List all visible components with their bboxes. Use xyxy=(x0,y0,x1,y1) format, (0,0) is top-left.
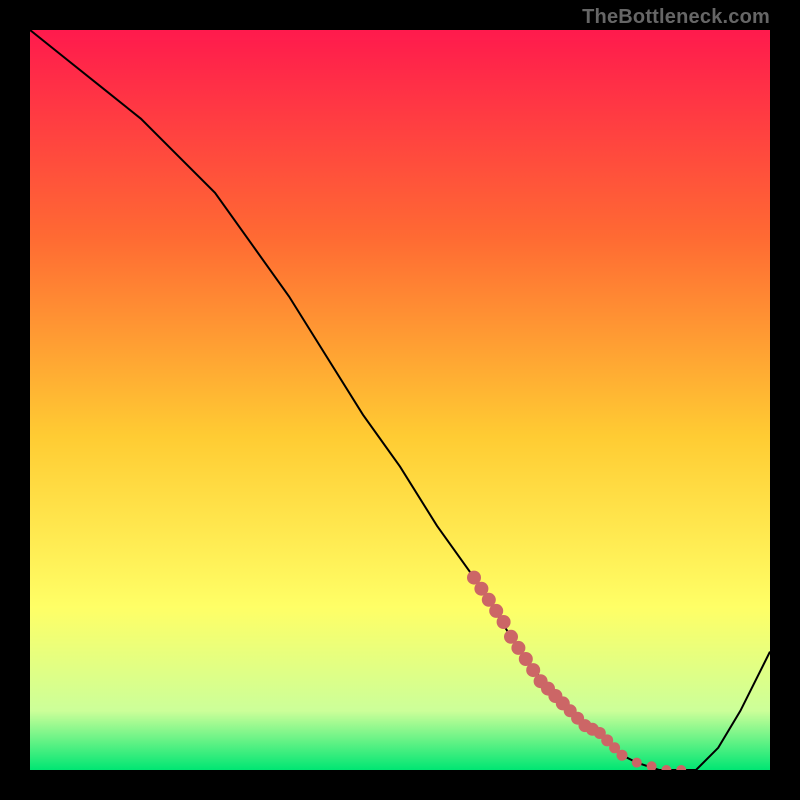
watermark-text: TheBottleneck.com xyxy=(582,6,770,29)
curve-marker xyxy=(617,750,628,761)
chart-svg xyxy=(30,30,770,770)
curve-marker xyxy=(632,758,642,768)
chart-frame: TheBottleneck.com xyxy=(0,0,800,800)
curve-marker xyxy=(497,615,511,629)
heatmap-background xyxy=(30,30,770,770)
plot-area xyxy=(30,30,770,770)
